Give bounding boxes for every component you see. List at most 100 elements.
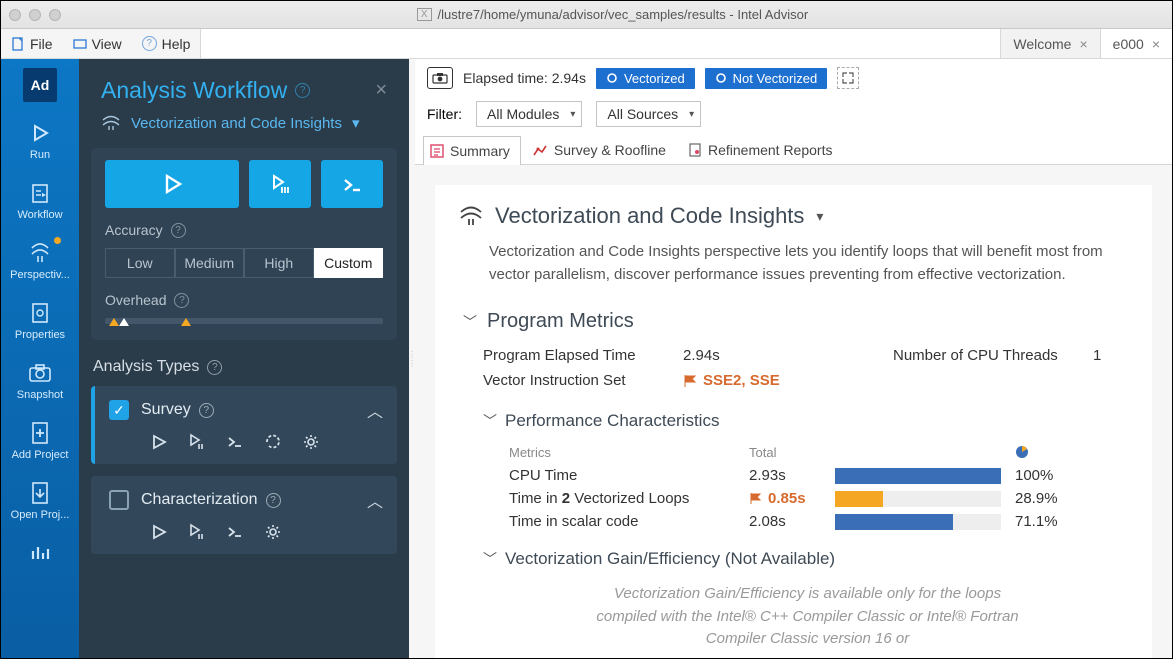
summary-content[interactable]: Vectorization and Code Insights ▾ Vector… — [415, 165, 1172, 658]
terminal-icon[interactable] — [225, 522, 245, 542]
snapshot-button[interactable] — [427, 67, 453, 89]
tab-survey-roofline[interactable]: Survey & Roofline — [525, 135, 677, 164]
summary-description: Vectorization and Code Insights perspect… — [435, 235, 1152, 288]
metric-value: 2.94s — [683, 347, 873, 364]
summary-icon — [430, 144, 444, 158]
overhead-marker-icon — [119, 318, 129, 326]
rail-perspectives[interactable]: Perspectiv... — [1, 231, 79, 291]
window-titlebar: X /lustre7/home/ymuna/advisor/vec_sample… — [1, 1, 1172, 29]
survey-title: Survey ? — [141, 401, 355, 419]
run-button[interactable] — [105, 160, 239, 208]
perf-characteristics-header[interactable]: ﹀ Performance Characteristics — [483, 405, 1132, 437]
modules-select[interactable]: All Modules — [476, 101, 582, 127]
help-icon[interactable]: ? — [171, 223, 186, 238]
gain-efficiency-header[interactable]: ﹀ Vectorization Gain/Efficiency (Not Ava… — [483, 543, 1132, 575]
close-window-button[interactable] — [9, 9, 21, 21]
play-icon[interactable] — [149, 522, 169, 542]
accuracy-medium[interactable]: Medium — [175, 248, 245, 278]
rail-properties[interactable]: Properties — [1, 291, 79, 351]
cursor-play-icon[interactable] — [187, 522, 207, 542]
help-icon: ? — [142, 36, 157, 51]
chevron-down-icon: ﹀ — [483, 411, 497, 431]
menu-help[interactable]: ? Help — [132, 29, 201, 58]
tab-welcome[interactable]: Welcome× — [1000, 29, 1099, 58]
perf-metric-label: CPU Time — [509, 467, 749, 484]
main-pane: Elapsed time: 2.94s Vectorized Not Vecto… — [415, 59, 1172, 658]
app-logo: Ad — [1, 59, 79, 111]
rail-navigator[interactable] — [1, 531, 79, 565]
minimize-window-button[interactable] — [29, 9, 41, 21]
characterization-checkbox[interactable] — [109, 490, 129, 510]
characterization-title: Characterization ? — [141, 491, 355, 509]
help-icon[interactable]: ? — [295, 83, 310, 98]
analysis-type-survey: ✓ Survey ? ︿ — [91, 386, 397, 464]
help-icon[interactable]: ? — [174, 293, 189, 308]
overhead-marker-icon — [181, 318, 191, 326]
close-icon[interactable]: × — [1152, 36, 1160, 52]
close-panel-button[interactable]: × — [375, 79, 387, 102]
gain-note: Vectorization Gain/Efficiency is availab… — [483, 575, 1132, 651]
accuracy-custom[interactable]: Custom — [314, 248, 384, 278]
rail-run[interactable]: Run — [1, 111, 79, 171]
help-icon[interactable]: ? — [207, 360, 222, 375]
menubar: File View ? Help Welcome× e000× — [1, 29, 1172, 59]
terminal-icon[interactable] — [225, 432, 245, 452]
workflow-perspective[interactable]: Vectorization and Code Insights ▾ — [79, 112, 409, 148]
cursor-play-icon — [269, 173, 291, 195]
expand-icon — [842, 72, 854, 84]
sources-select[interactable]: All Sources — [596, 101, 701, 127]
tab-refinement-reports[interactable]: Refinement Reports — [681, 135, 844, 164]
close-icon[interactable]: × — [1079, 36, 1087, 52]
window-title: X /lustre7/home/ymuna/advisor/vec_sample… — [61, 7, 1164, 22]
maximize-window-button[interactable] — [49, 9, 61, 21]
rail-add-project[interactable]: Add Project — [1, 411, 79, 471]
not-vectorized-filter[interactable]: Not Vectorized — [705, 68, 828, 89]
menu-file[interactable]: File — [1, 29, 63, 58]
play-icon[interactable] — [149, 432, 169, 452]
survey-checkbox[interactable]: ✓ — [109, 400, 129, 420]
rail-open-project[interactable]: Open Proj... — [1, 471, 79, 531]
perf-metric-label: Time in scalar code — [509, 513, 749, 530]
clipboard-icon — [28, 181, 52, 205]
gear-icon[interactable] — [301, 432, 321, 452]
perf-total: 2.93s — [749, 467, 835, 484]
chevron-down-icon: ﹀ — [463, 312, 477, 332]
chevron-up-icon[interactable]: ︿ — [367, 488, 383, 512]
accuracy-high[interactable]: High — [244, 248, 314, 278]
rail-snapshot[interactable]: Snapshot — [1, 351, 79, 411]
expand-button[interactable] — [837, 67, 859, 89]
perf-percent: 28.9% — [1015, 490, 1075, 507]
accuracy-label: Accuracy ? — [105, 222, 383, 238]
metric-label: Program Elapsed Time — [483, 347, 663, 364]
camera-icon — [28, 361, 52, 385]
help-icon[interactable]: ? — [266, 493, 281, 508]
left-rail: Ad Run Workflow Perspectiv... Properties… — [1, 59, 79, 658]
traffic-lights — [9, 9, 61, 21]
chevron-down-icon: ▾ — [352, 114, 360, 132]
chevron-up-icon[interactable]: ︿ — [367, 398, 383, 422]
chevron-down-icon: ﹀ — [483, 549, 497, 569]
cursor-play-icon[interactable] — [187, 432, 207, 452]
view-icon — [73, 37, 87, 51]
accuracy-low[interactable]: Low — [105, 248, 175, 278]
chevron-down-icon[interactable]: ▾ — [816, 208, 823, 225]
overhead-slider[interactable] — [105, 318, 383, 324]
metric-value: 1 — [1093, 347, 1133, 364]
menu-view[interactable]: View — [63, 29, 132, 58]
workflow-icon — [101, 115, 121, 131]
gear-icon[interactable] — [263, 522, 283, 542]
loop-icon — [715, 72, 727, 84]
summary-title: Vectorization and Code Insights — [495, 203, 804, 229]
refresh-icon[interactable] — [263, 432, 283, 452]
tab-result[interactable]: e000× — [1100, 29, 1172, 58]
vectorized-filter[interactable]: Vectorized — [596, 68, 695, 89]
program-metrics-header[interactable]: ﹀ Program Metrics — [463, 306, 1132, 337]
tab-summary[interactable]: Summary — [423, 136, 521, 165]
workflow-title: Analysis Workflow ? — [101, 77, 310, 104]
rail-workflow[interactable]: Workflow — [1, 171, 79, 231]
run-cursor-button[interactable] — [249, 160, 311, 208]
help-icon[interactable]: ? — [199, 403, 214, 418]
vectorization-icon — [459, 206, 483, 226]
run-cmd-button[interactable] — [321, 160, 383, 208]
file-arrow-icon — [28, 481, 52, 505]
